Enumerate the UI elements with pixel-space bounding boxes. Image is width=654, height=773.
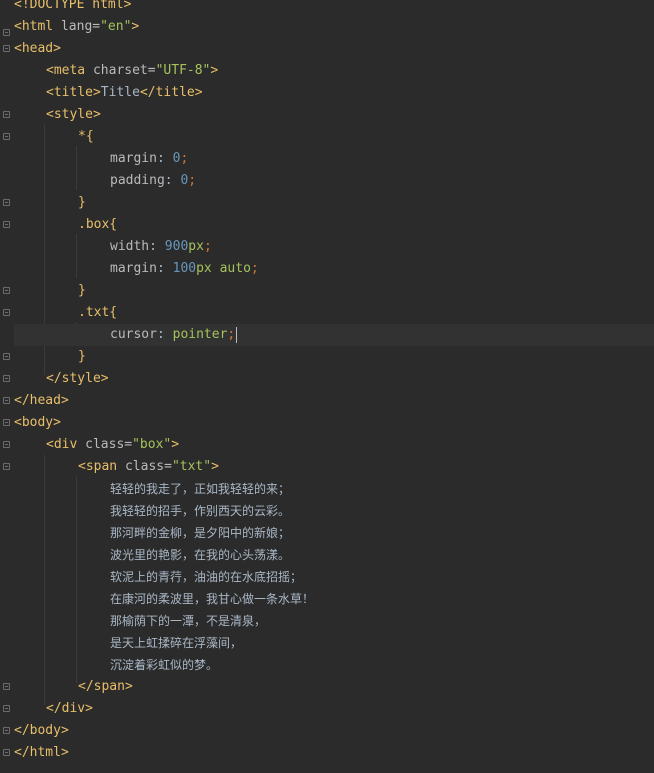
code-line: }: [78, 349, 86, 364]
fold-icon[interactable]: [3, 353, 10, 360]
fold-gutter: [0, 0, 14, 773]
code-line: margin: 100px auto;: [110, 261, 259, 276]
code-line: </style>: [46, 371, 109, 386]
fold-icon[interactable]: [3, 749, 10, 756]
poem-line: 软泥上的青荇，油油的在水底招摇；: [110, 570, 303, 584]
fold-icon[interactable]: [3, 419, 10, 426]
code-line: <body>: [14, 415, 61, 430]
code-line: }: [78, 283, 86, 298]
indent-guide: [76, 477, 77, 683]
poem-line: 那榆荫下的一潭，不是清泉，: [110, 614, 267, 628]
indent-guide: [44, 455, 45, 705]
fold-icon[interactable]: [3, 45, 10, 52]
code-line: *{: [78, 129, 94, 144]
fold-icon[interactable]: [3, 111, 10, 118]
poem-line: 在康河的柔波里，我甘心做一条水草！: [110, 592, 315, 606]
fold-icon[interactable]: [3, 683, 10, 690]
indent-guide: [76, 146, 77, 190]
poem-line: 沉淀着彩虹似的梦。: [110, 658, 219, 672]
indent-guide: [76, 234, 77, 278]
code-line: <div class="box">: [46, 437, 180, 452]
fold-icon[interactable]: [3, 29, 10, 36]
text-caret: [236, 326, 238, 343]
fold-icon[interactable]: [3, 727, 10, 734]
fold-icon[interactable]: [3, 199, 10, 206]
poem-line: 那河畔的金柳，是夕阳中的新娘；: [110, 526, 291, 540]
code-line: }: [78, 195, 86, 210]
code-line: </span>: [78, 679, 133, 694]
fold-icon[interactable]: [3, 221, 10, 228]
fold-icon[interactable]: [3, 375, 10, 382]
code-line: <span class="txt">: [78, 459, 219, 474]
poem-line: 是天上虹揉碎在浮藻间，: [110, 636, 243, 650]
code-line: padding: 0;: [110, 173, 197, 188]
code-line: </html>: [14, 745, 69, 760]
code-line: <style>: [46, 107, 101, 122]
code-line: <head>: [14, 41, 61, 56]
fold-icon[interactable]: [3, 397, 10, 404]
fold-icon[interactable]: [3, 287, 10, 294]
code-line: </body>: [14, 723, 69, 738]
code-line: </div>: [46, 701, 93, 716]
fold-icon[interactable]: [3, 441, 10, 448]
code-line: <!DOCTYPE html>: [14, 0, 132, 12]
fold-icon[interactable]: [3, 705, 10, 712]
code-line: </head>: [14, 393, 69, 408]
code-line: <meta charset="UTF-8">: [46, 63, 219, 78]
fold-icon[interactable]: [3, 133, 10, 140]
fold-icon[interactable]: [3, 463, 10, 470]
poem-line: 波光里的艳影，在我的心头荡漾。: [110, 548, 291, 562]
code-line: .txt{: [78, 305, 118, 320]
code-line: .box{: [78, 217, 118, 232]
code-line-current[interactable]: cursor: pointer;: [110, 324, 238, 346]
code-line: margin: 0;: [110, 151, 189, 166]
fold-icon[interactable]: [3, 309, 10, 316]
code-line: <title>Title</title>: [46, 85, 203, 100]
poem-line: 我轻轻的招手，作别西天的云彩。: [110, 504, 291, 518]
code-line: width: 900px;: [110, 239, 212, 254]
code-line: <html lang="en">: [14, 19, 140, 34]
poem-line: 轻轻的我走了，正如我轻轻的来；: [110, 482, 291, 496]
code-editor[interactable]: <!DOCTYPE html> <html lang="en"> <head> …: [0, 0, 654, 773]
